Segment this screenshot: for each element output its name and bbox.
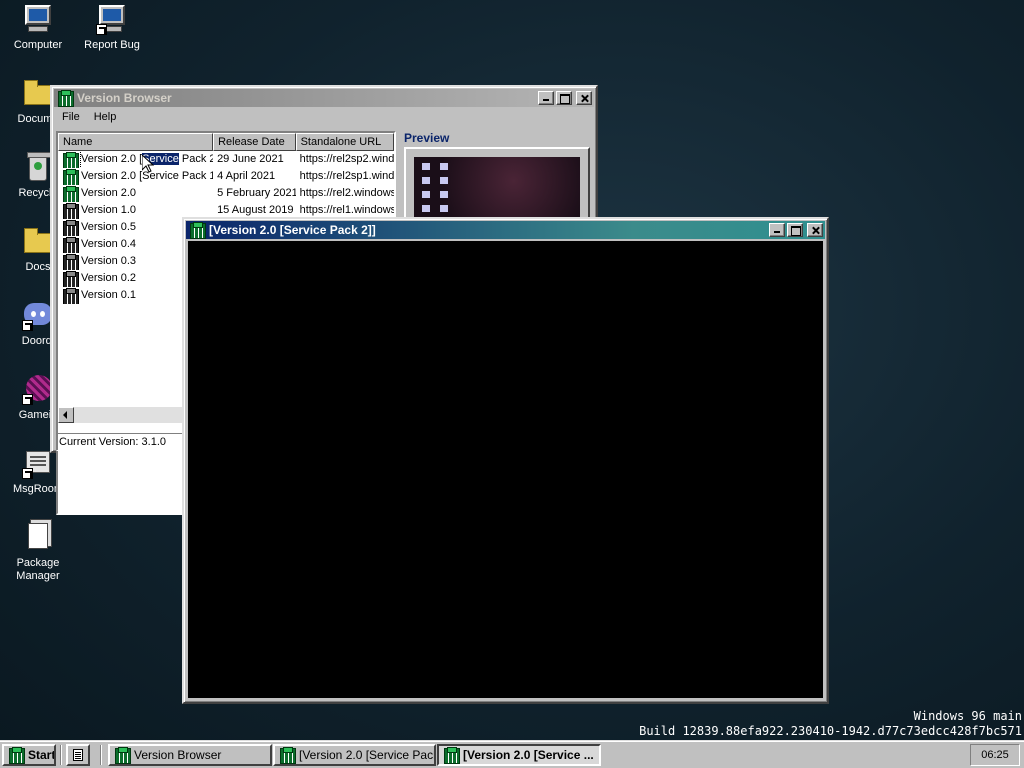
- report-bug-icon: [96, 3, 128, 35]
- computer-icon: [22, 3, 54, 35]
- desktop-icon-label: Report Bug: [84, 39, 140, 51]
- build-watermark: Windows 96 main Build 12839.88efa922.230…: [639, 709, 1022, 739]
- list-row[interactable]: Version 2.0 [Service Pack 1] 4 April 202…: [58, 168, 394, 185]
- scroll-left-arrow-icon[interactable]: [58, 407, 74, 423]
- w96-green-icon: [62, 185, 79, 202]
- row-name-part: Pack 2]: [181, 153, 214, 165]
- preview-frame: [404, 147, 590, 227]
- row-name-part: Version 2.0 [: [81, 153, 143, 165]
- row-name: Version 0.2: [81, 272, 137, 284]
- column-header-standalone-url[interactable]: Standalone URL: [295, 133, 394, 151]
- row-name: Version 0.5: [81, 221, 137, 233]
- sp2-window[interactable]: [Version 2.0 [Service Pack 2]]: [182, 217, 829, 704]
- quick-launch-button[interactable]: [66, 744, 90, 766]
- task-label: [Version 2.0 [Service Pack ...: [299, 748, 434, 762]
- w96-mono-icon: [62, 253, 79, 270]
- sp2-content-area[interactable]: [188, 241, 823, 698]
- build-line-os: Windows 96 main: [913, 709, 1022, 723]
- close-button[interactable]: [576, 91, 592, 105]
- preview-label: Preview: [404, 131, 450, 145]
- task-button-version-browser[interactable]: Version Browser: [108, 744, 272, 766]
- start-button[interactable]: Start: [2, 744, 56, 766]
- w96-mono-icon: [62, 236, 79, 253]
- w96-mono-icon: [62, 270, 79, 287]
- column-header-release-date[interactable]: Release Date: [213, 133, 296, 151]
- w96-mono-icon: [62, 287, 79, 304]
- start-logo-icon: [8, 747, 25, 764]
- sp2-titlebar[interactable]: [Version 2.0 [Service Pack 2]]: [186, 221, 825, 239]
- column-header-name[interactable]: Name: [58, 133, 214, 151]
- row-date: 4 April 2021: [217, 170, 276, 182]
- notepad-icon: [73, 749, 83, 761]
- task-button-sp2-active[interactable]: [Version 2.0 [Service ...: [437, 744, 601, 766]
- minimize-button[interactable]: [538, 91, 554, 105]
- w96-app-icon: [443, 747, 460, 764]
- row-name: Version 0.1: [81, 289, 137, 301]
- menu-bar: File Help: [56, 111, 116, 129]
- package-manager-icon: [22, 521, 54, 553]
- w96-app-icon: [279, 747, 296, 764]
- row-name: Version 0.3: [81, 255, 137, 267]
- row-url: https://rel2.windows: [299, 187, 394, 199]
- status-bar: Current Version: 3.1.0: [56, 433, 196, 451]
- task-label: [Version 2.0 [Service ...: [463, 748, 594, 762]
- taskbar-separator: [60, 745, 62, 765]
- taskbar: Start Version Browser [Version 2.0 [Serv…: [0, 740, 1024, 768]
- version-browser-titlebar[interactable]: Version Browser: [54, 89, 594, 107]
- desktop-icon-label: Package Manager: [16, 557, 60, 582]
- maximize-button[interactable]: [556, 91, 572, 105]
- w96-green-icon: [62, 168, 79, 185]
- row-date: 29 June 2021: [217, 153, 284, 165]
- menu-file[interactable]: File: [62, 111, 80, 129]
- window-title: [Version 2.0 [Service Pack 2]]: [209, 223, 376, 237]
- preview-image: [414, 157, 580, 217]
- row-url: https://rel2sp1.windo: [299, 170, 394, 182]
- window-title: Version Browser: [77, 91, 172, 105]
- desktop-icon-computer[interactable]: Computer: [1, 3, 75, 52]
- row-name: Version 1.0: [81, 204, 137, 216]
- taskbar-separator: [100, 745, 102, 765]
- desktop-icon-label: Computer: [13, 39, 63, 51]
- row-name: Version 0.4: [81, 238, 137, 250]
- list-header: Name Release Date Standalone URL: [58, 133, 394, 151]
- w96-app-icon: [57, 90, 74, 107]
- row-name: Version 2.0: [81, 187, 137, 199]
- task-button-sp2-preview[interactable]: [Version 2.0 [Service Pack ...: [273, 744, 436, 766]
- w96-app-icon: [189, 222, 206, 239]
- w96-app-icon: [114, 747, 131, 764]
- w96-mono-icon: [62, 202, 79, 219]
- task-label: Version Browser: [134, 748, 222, 762]
- build-line-number: Build 12839.88efa922.230410-1942.d77c73e…: [639, 724, 1022, 738]
- row-date: 5 February 2021: [217, 187, 296, 199]
- row-url: https://rel2sp2.wind: [299, 153, 394, 165]
- minimize-button[interactable]: [769, 223, 785, 237]
- list-row[interactable]: Version 2.0 5 February 2021 https://rel2…: [58, 185, 394, 202]
- close-button[interactable]: [807, 223, 823, 237]
- w96-green-icon: [62, 151, 79, 168]
- menu-help[interactable]: Help: [94, 111, 117, 129]
- w96-mono-icon: [62, 219, 79, 236]
- desktop-icon-report-bug[interactable]: Report Bug: [75, 3, 149, 52]
- maximize-button[interactable]: [787, 223, 803, 237]
- list-row[interactable]: Version 2.0 [Service Pack 2] 29 June 202…: [58, 151, 394, 168]
- horizontal-scrollbar[interactable]: [58, 407, 188, 423]
- desktop-icon-package-manager[interactable]: Package Manager: [1, 521, 75, 583]
- system-tray-clock[interactable]: 06:25: [970, 744, 1020, 766]
- start-label: Start: [28, 748, 56, 762]
